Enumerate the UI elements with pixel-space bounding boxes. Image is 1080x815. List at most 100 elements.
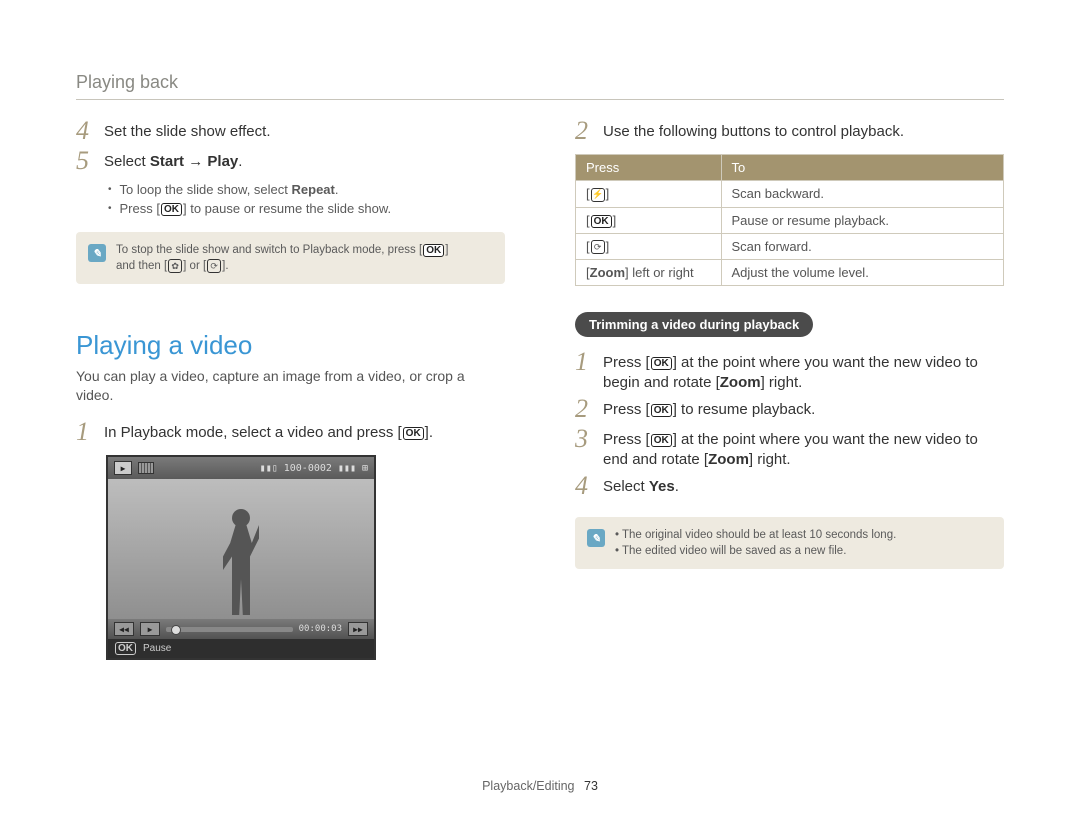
timestamp-text: 00:00:03 (299, 624, 342, 634)
cell-press: [⟳] (576, 233, 722, 260)
text-fragment: and then [ (116, 260, 167, 272)
progress-bar (166, 627, 293, 632)
table-row: [OK] Pause or resume playback. (576, 207, 1004, 233)
right-column: 2 Use the following buttons to control p… (575, 120, 1004, 660)
bold-text: Play (207, 153, 238, 170)
forward-icon: ▶▶ (348, 622, 368, 636)
ok-icon: OK (423, 244, 444, 257)
step-text: Press [OK] at the point where you want t… (603, 428, 1004, 469)
trim-step-4: 4 Select Yes. (575, 475, 1004, 499)
text-fragment: Select (104, 153, 150, 170)
trim-step-1: 1 Press [OK] at the point where you want… (575, 351, 1004, 392)
thumbnail-top-bar: ▮▮▯ 100-0002 ▮▮▮ ⊞ (108, 457, 374, 479)
text-fragment: In Playback mode, select a video and pre… (104, 424, 402, 441)
text-fragment: . (335, 182, 339, 197)
breadcrumb: Playing back (76, 72, 1004, 100)
step-text: Use the following buttons to control pla… (603, 120, 904, 142)
note-bullet: The edited video will be saved as a new … (615, 543, 896, 559)
section-pill-trimming: Trimming a video during playback (575, 312, 813, 337)
step-number: 4 (575, 473, 603, 499)
table-row: [⚡] Scan backward. (576, 181, 1004, 208)
note-icon: ✎ (88, 244, 106, 262)
play-mode-icon (114, 461, 132, 475)
cell-press: [Zoom] left or right (576, 260, 722, 286)
cell-press: [OK] (576, 207, 722, 233)
step-number: 4 (76, 118, 104, 144)
ok-icon: OK (115, 642, 136, 655)
battery-icon: ▮▮▮ (338, 463, 356, 474)
text-fragment: ] right. (749, 451, 791, 468)
note-bullet: The original video should be at least 10… (615, 527, 896, 543)
step-text: Select Yes. (603, 475, 679, 497)
storage-icon: ⊞ (362, 463, 368, 474)
file-id-text: 100-0002 (284, 463, 332, 474)
timer-icon: ⟳ (591, 240, 605, 254)
step-5: 5 Select Start → Play. (76, 150, 505, 174)
cell-to: Adjust the volume level. (721, 260, 1003, 286)
film-icon (138, 462, 154, 474)
step-5-bullets: To loop the slide show, select Repeat. P… (108, 182, 505, 216)
trim-step-2: 2 Press [OK] to resume playback. (575, 398, 1004, 422)
text-fragment: ] to resume playback. (673, 401, 816, 418)
step-number: 2 (575, 118, 603, 144)
macro-icon: ✿ (168, 259, 182, 273)
footer-section: Playback/Editing (482, 779, 574, 793)
section-title-playing-video: Playing a video (76, 330, 505, 361)
pause-label: Pause (143, 643, 171, 654)
timer-icon: ⟳ (207, 259, 221, 273)
step-text: Press [OK] to resume playback. (603, 398, 815, 420)
page-footer: Playback/Editing 73 (0, 779, 1080, 793)
bold-text: Repeat (292, 182, 335, 197)
arrow-text: → (184, 153, 207, 170)
note-text: The original video should be at least 10… (615, 527, 896, 559)
note-icon: ✎ (587, 529, 605, 547)
text-fragment: Press [ (603, 431, 650, 448)
text-fragment: . (675, 478, 679, 495)
step-number: 1 (575, 349, 603, 375)
bullet-item: To loop the slide show, select Repeat. (108, 182, 505, 197)
bold-text: Start (150, 153, 184, 170)
table-header-press: Press (576, 155, 722, 181)
text-fragment: . (238, 153, 242, 170)
cell-press: [⚡] (576, 181, 722, 208)
note-box-2: ✎ The original video should be at least … (575, 517, 1004, 569)
text-fragment: ] to pause or resume the slide show. (183, 201, 391, 216)
text-fragment: Press [ (603, 401, 650, 418)
play-icon: ▶ (140, 622, 160, 636)
step-text: Set the slide show effect. (104, 120, 271, 142)
bold-text: Zoom (590, 265, 625, 280)
ok-icon: OK (651, 404, 672, 417)
text-fragment: Press [ (603, 354, 650, 371)
text-fragment: Select (603, 478, 649, 495)
table-header-to: To (721, 155, 1003, 181)
bullet-item: Press [OK] to pause or resume the slide … (108, 201, 505, 216)
trim-step-3: 3 Press [OK] at the point where you want… (575, 428, 1004, 469)
bold-text: Zoom (720, 374, 761, 391)
note-text: To stop the slide show and switch to Pla… (116, 242, 448, 274)
text-fragment: ]. (222, 260, 228, 272)
footer-page-number: 73 (584, 779, 598, 793)
ok-icon: OK (651, 434, 672, 447)
text-fragment: To stop the slide show and switch to Pla… (116, 244, 422, 256)
bold-text: Zoom (708, 451, 749, 468)
ok-icon: OK (591, 215, 612, 228)
text-fragment: ] left or right (625, 265, 694, 280)
cell-to: Scan backward. (721, 181, 1003, 208)
bold-text: Yes (649, 478, 675, 495)
text-fragment: Press [ (120, 201, 160, 216)
text-fragment: ]. (425, 424, 433, 441)
step-number: 3 (575, 426, 603, 452)
step-number: 5 (76, 148, 104, 174)
step-text: Press [OK] at the point where you want t… (603, 351, 1004, 392)
note-box-1: ✎ To stop the slide show and switch to P… (76, 232, 505, 284)
thumbnail-footer: OK Pause (108, 639, 374, 658)
step-number: 2 (575, 396, 603, 422)
table-row: [Zoom] left or right Adjust the volume l… (576, 260, 1004, 286)
left-column: 4 Set the slide show effect. 5 Select St… (76, 120, 505, 660)
signal-icon: ▮▮▯ (260, 463, 278, 474)
text-fragment: ] right. (761, 374, 803, 391)
cell-to: Scan forward. (721, 233, 1003, 260)
thumbnail-image-area (108, 479, 374, 619)
ok-icon: OK (161, 203, 182, 216)
playing-video-step-1: 1 In Playback mode, select a video and p… (76, 421, 505, 445)
